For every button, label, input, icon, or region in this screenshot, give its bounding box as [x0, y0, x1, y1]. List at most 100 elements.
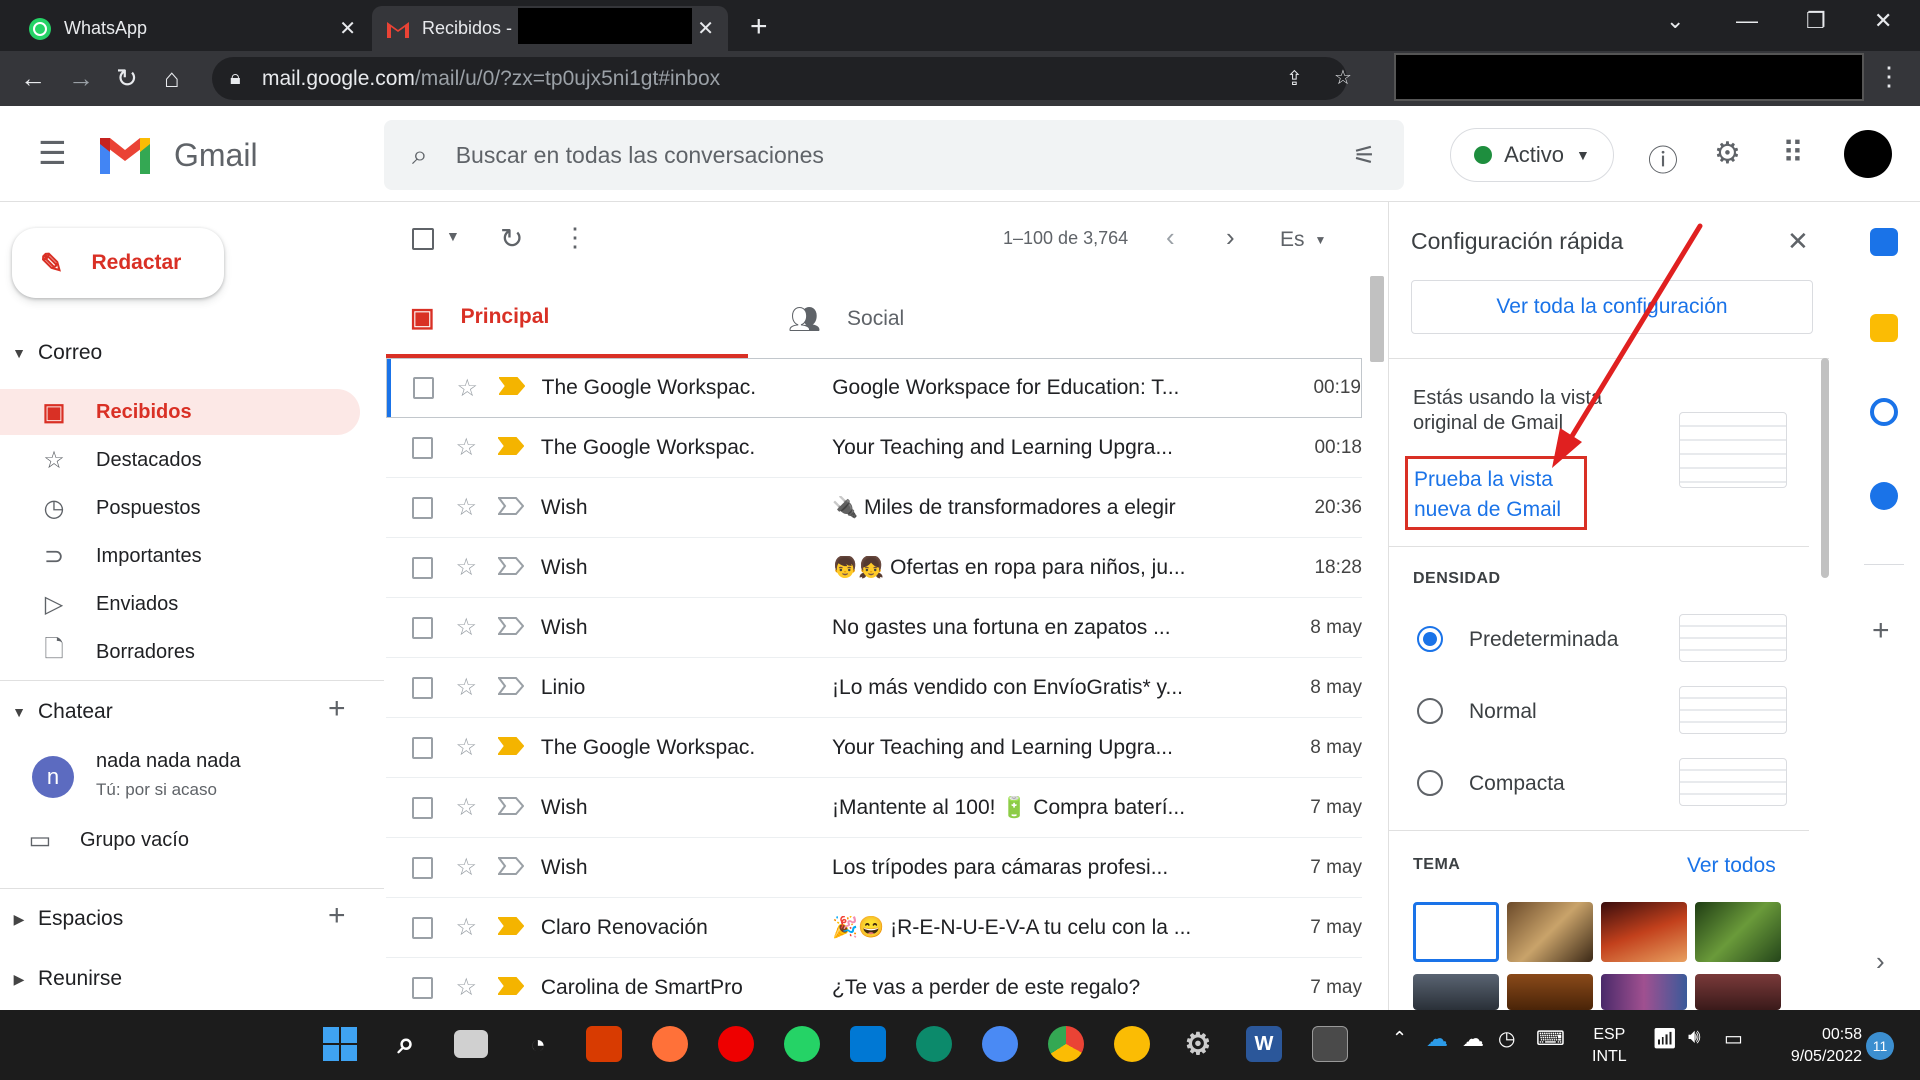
row-checkbox[interactable]	[412, 616, 434, 639]
important-marker-icon[interactable]	[497, 675, 541, 701]
sidebar-item-sent[interactable]: ▷ Enviados	[0, 581, 360, 627]
status-selector[interactable]: Activo ▼	[1450, 128, 1614, 182]
chat-user-name[interactable]: nada nada nada	[96, 750, 241, 773]
cloud-icon[interactable]: ☁	[1462, 1026, 1484, 1052]
avatar[interactable]	[1844, 130, 1892, 178]
start-icon[interactable]	[322, 1026, 358, 1062]
theme-autumn-thumbnail[interactable]	[1507, 974, 1593, 1010]
tab-principal[interactable]: ▣ Principal	[386, 280, 748, 358]
whatsapp-icon[interactable]	[784, 1026, 820, 1062]
chrome-icon[interactable]	[1048, 1026, 1084, 1062]
panel-scrollbar[interactable]	[1821, 358, 1829, 578]
restore-icon[interactable]: ❐	[1806, 8, 1826, 34]
paint-icon[interactable]	[1312, 1026, 1348, 1062]
search-input[interactable]: Buscar en todas las conversaciones	[456, 142, 824, 169]
gear-icon[interactable]: ⚙	[1714, 136, 1741, 171]
see-all-settings-button[interactable]: Ver toda la configuración	[1411, 280, 1813, 334]
theme-default-thumbnail[interactable]	[1413, 902, 1499, 962]
notification-badge[interactable]: 11	[1866, 1032, 1894, 1060]
density-compact-thumbnail[interactable]	[1679, 758, 1787, 806]
star-icon[interactable]: ☆	[455, 553, 498, 582]
email-row[interactable]: ☆ The Google Workspac. Your Teaching and L…	[386, 718, 1362, 778]
close-tab-icon[interactable]: ✕	[697, 16, 714, 41]
list-scrollbar[interactable]	[1370, 276, 1384, 362]
important-marker-icon[interactable]	[497, 615, 541, 641]
row-checkbox[interactable]	[412, 436, 434, 459]
email-row[interactable]: ☆ Wish No gastes una fortuna en zapatos ..…	[386, 598, 1362, 658]
forward-icon[interactable]: →	[68, 63, 94, 94]
minimize-icon[interactable]: —	[1736, 8, 1758, 34]
task-view-icon[interactable]	[454, 1030, 488, 1058]
important-marker-icon[interactable]	[497, 975, 541, 1001]
bookmark-star-icon[interactable]: ☆	[1334, 65, 1352, 90]
close-tab-icon[interactable]: ✕	[339, 16, 356, 41]
sidebar-item-important[interactable]: ⊃ Importantes	[0, 533, 360, 579]
gmail-logo[interactable]: Gmail	[98, 134, 258, 176]
tasks-icon[interactable]	[1870, 398, 1898, 426]
density-compact-radio[interactable]	[1417, 770, 1443, 796]
density-normal-label[interactable]: Normal	[1469, 700, 1537, 724]
theme-canyon-thumbnail[interactable]	[1601, 902, 1687, 962]
chat-group-item[interactable]: ▭ Grupo vacío	[0, 817, 360, 863]
apps-grid-icon[interactable]: ⠿	[1782, 136, 1804, 171]
row-checkbox[interactable]	[412, 856, 434, 879]
contacts-icon[interactable]	[1870, 482, 1898, 510]
email-row[interactable]: ☆ Wish Los trípodes para cámaras profesi..…	[386, 838, 1362, 898]
input-language-button[interactable]: Es ▼	[1280, 228, 1326, 252]
tab-whatsapp[interactable]: WhatsApp ✕	[14, 6, 370, 51]
email-row[interactable]: ☆ The Google Workspac. Your Teaching and L…	[386, 418, 1362, 478]
reload-icon[interactable]: ↻	[116, 63, 138, 94]
email-row[interactable]: ☆ Linio ¡Lo más vendido con EnvíoGratis* y…	[386, 658, 1362, 718]
star-icon[interactable]: ☆	[455, 613, 498, 642]
star-icon[interactable]: ☆	[455, 733, 498, 762]
browser-menu-icon[interactable]: ⋮	[1876, 61, 1902, 92]
email-row[interactable]: ☆ Carolina de SmartPro ¿Te vas a perder de…	[386, 958, 1362, 1018]
star-icon[interactable]: ☆	[455, 433, 498, 462]
important-marker-icon[interactable]	[497, 495, 541, 521]
see-all-themes-link[interactable]: Ver todos	[1687, 854, 1776, 878]
main-menu-icon[interactable]: ☰	[38, 134, 67, 172]
email-row[interactable]: ☆ The Google Workspac. Google Workspace fo…	[386, 358, 1362, 418]
clock-app-icon[interactable]: ◷	[1498, 1026, 1515, 1051]
star-icon[interactable]: ☆	[455, 493, 498, 522]
add-addon-icon[interactable]: +	[1872, 614, 1890, 648]
email-row[interactable]: ☆ Wish ¡Mantente al 100! 🔋 Compra baterí..…	[386, 778, 1362, 838]
select-all-checkbox[interactable]	[412, 228, 434, 250]
lock-icon[interactable]: 🔒︎	[230, 67, 241, 90]
clock[interactable]: 00:58 9/05/2022	[1770, 1024, 1862, 1068]
row-checkbox[interactable]	[413, 377, 435, 399]
tab-search-icon[interactable]: ⌄	[1666, 8, 1684, 34]
wifi-icon[interactable]: 📶︎	[1652, 1026, 1677, 1051]
chat-user-avatar[interactable]: n	[32, 756, 74, 798]
home-icon[interactable]: ⌂	[164, 63, 180, 94]
star-icon[interactable]: ☆	[455, 673, 498, 702]
share-icon[interactable]: ⇪	[1286, 66, 1303, 91]
density-default-label[interactable]: Predeterminada	[1469, 628, 1618, 652]
theme-chess-thumbnail[interactable]	[1507, 902, 1593, 962]
row-checkbox[interactable]	[412, 676, 434, 699]
important-marker-icon[interactable]	[497, 555, 541, 581]
theme-sunset-thumbnail[interactable]	[1695, 974, 1781, 1010]
chromium-icon[interactable]	[982, 1026, 1018, 1062]
chrome-canary-icon[interactable]	[1114, 1026, 1150, 1062]
density-default-radio[interactable]	[1417, 626, 1443, 652]
important-marker-icon[interactable]	[497, 855, 541, 881]
important-marker-icon[interactable]	[497, 735, 541, 761]
meet-section-header[interactable]: ▶ Reunirse	[0, 966, 122, 992]
chat-section-header[interactable]: ▼ Chatear	[0, 699, 113, 725]
firefox-icon[interactable]	[652, 1026, 688, 1062]
mail-icon[interactable]	[850, 1026, 886, 1062]
next-page-icon[interactable]: ›	[1226, 222, 1235, 253]
compose-button[interactable]: ✎ Redactar	[12, 228, 224, 298]
try-new-view-link[interactable]: Prueba la vista nueva de Gmail	[1405, 456, 1587, 530]
input-language-indicator[interactable]: ESP INTL	[1592, 1024, 1627, 1068]
add-chat-icon[interactable]: +	[328, 692, 346, 726]
help-icon[interactable]: ⓘ	[1648, 136, 1678, 180]
address-bar[interactable]: 🔒︎ mail.google.com /mail/u/0/?zx=tp0ujx5…	[212, 57, 1352, 100]
density-normal-thumbnail[interactable]	[1679, 686, 1787, 734]
close-icon[interactable]: ✕	[1787, 226, 1809, 257]
mail-section-header[interactable]: ▼ Correo	[0, 340, 102, 366]
close-window-icon[interactable]: ✕	[1874, 8, 1892, 34]
search-options-icon[interactable]: ⚟	[1353, 140, 1376, 171]
keyboard-icon[interactable]: ⌨	[1536, 1026, 1565, 1051]
